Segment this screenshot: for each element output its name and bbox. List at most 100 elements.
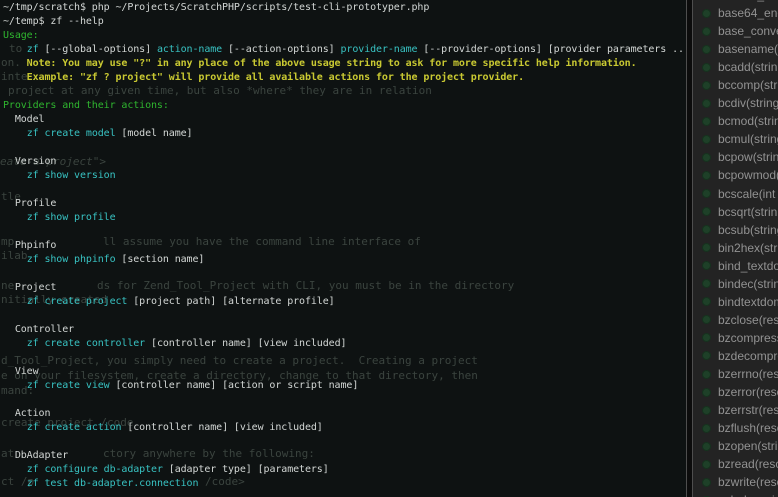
- terminal-text-segment: [3, 170, 27, 181]
- terminal-text-segment: Phpinfo: [3, 240, 56, 251]
- function-list-item[interactable]: base_conve: [693, 22, 778, 40]
- function-list-item[interactable]: cal_days_in: [693, 491, 778, 497]
- function-name: bindtextdom: [718, 295, 778, 309]
- function-icon: [702, 406, 711, 415]
- function-name: bcpowmod(s: [718, 168, 778, 182]
- terminal-line: [3, 435, 686, 449]
- terminal-line: ~/tmp/scratch$ php ~/Projects/ScratchPHP…: [3, 1, 686, 15]
- terminal-text-segment: [3, 478, 27, 489]
- function-list-item[interactable]: bcadd(strin: [693, 58, 778, 76]
- function-list-item[interactable]: bzflush(reso: [693, 419, 778, 437]
- terminal-text-segment: [3, 296, 27, 307]
- function-list-item[interactable]: bcscale(int $: [693, 185, 778, 203]
- function-list: base64_dec base64_enc base_convebasename(s…: [693, 0, 778, 497]
- function-list-item[interactable]: bcmod(strin: [693, 112, 778, 130]
- terminal-line: zf create project [project path] [altern…: [3, 295, 686, 309]
- terminal-text-segment: [controller name] [view included]: [121, 422, 322, 433]
- terminal-line: [3, 393, 686, 407]
- terminal-line: Profile: [3, 197, 686, 211]
- terminal-text-segment: [3, 380, 27, 391]
- function-list-item[interactable]: base64_enc: [693, 4, 778, 22]
- function-list-item[interactable]: bzwrite(reso: [693, 473, 778, 491]
- function-icon: [702, 315, 711, 324]
- function-list-item[interactable]: bzdecompre: [693, 347, 778, 365]
- terminal-line: Version: [3, 155, 686, 169]
- terminal-line: zf create view [controller name] [action…: [3, 379, 686, 393]
- terminal-line: ~/temp$ zf --help: [3, 15, 686, 29]
- function-name: bzerror(reso: [718, 385, 778, 399]
- terminal-text-segment: zf configure db-adapter: [27, 464, 163, 475]
- terminal-text-segment: Profile: [3, 198, 56, 209]
- function-list-item[interactable]: bcpowmod(s: [693, 166, 778, 184]
- editor-scrollbar[interactable]: [686, 0, 693, 497]
- terminal-text-segment: action-name: [157, 44, 222, 55]
- terminal-text-segment: [--action-options]: [222, 44, 340, 55]
- function-list-item[interactable]: bindec(strin: [693, 275, 778, 293]
- function-icon: [702, 225, 711, 234]
- function-list-item[interactable]: bccomp(str: [693, 76, 778, 94]
- terminal-line: [3, 309, 686, 323]
- function-list-item[interactable]: bin2hex(stri: [693, 239, 778, 257]
- function-name: bcdiv(string: [718, 96, 778, 110]
- terminal-line: [3, 351, 686, 365]
- terminal-text-segment: [section name]: [116, 254, 205, 265]
- terminal-line: Action: [3, 407, 686, 421]
- function-name: bindec(strin: [718, 277, 778, 291]
- terminal-line: zf test db-adapter.connection: [3, 477, 686, 491]
- terminal-text-segment: zf show profile: [27, 212, 116, 223]
- function-list-item[interactable]: bcsub(string: [693, 221, 778, 239]
- terminal-line: Providers and their actions:: [3, 99, 686, 113]
- function-icon: [702, 207, 711, 216]
- function-list-item[interactable]: bzclose(reso: [693, 311, 778, 329]
- terminal-text-segment: [controller name] [action or script name…: [110, 380, 359, 391]
- function-icon: [702, 370, 711, 379]
- terminal-line: View: [3, 365, 686, 379]
- function-list-item[interactable]: bcpow(strin: [693, 148, 778, 166]
- terminal-text-segment: Example: "zf ? project" will provide all…: [3, 72, 524, 83]
- function-list-item[interactable]: bcsqrt(strin: [693, 203, 778, 221]
- function-name: bcmul(string: [718, 132, 778, 146]
- function-icon: [702, 117, 711, 126]
- function-list-item[interactable]: bcmul(string: [693, 130, 778, 148]
- function-icon: [702, 81, 711, 90]
- function-icon: [702, 388, 711, 397]
- function-list-item[interactable]: bcdiv(string: [693, 94, 778, 112]
- terminal-window[interactable]: toon.inteproject at any given time, but …: [0, 0, 686, 497]
- function-list-item[interactable]: bzopen(strin: [693, 437, 778, 455]
- terminal-line: DbAdapter: [3, 449, 686, 463]
- terminal-line: Usage:: [3, 29, 686, 43]
- function-icon: [702, 333, 711, 342]
- function-list-item[interactable]: bzcompress: [693, 329, 778, 347]
- function-list-item[interactable]: basename(s: [693, 40, 778, 58]
- terminal-text-segment: zf show version: [27, 170, 116, 181]
- terminal-line: zf show profile: [3, 211, 686, 225]
- function-name: base64_enc: [718, 6, 778, 20]
- function-list-item[interactable]: bind_textdo: [693, 257, 778, 275]
- function-list-item[interactable]: bzerrno(res: [693, 365, 778, 383]
- function-list-item[interactable]: bzread(reso: [693, 455, 778, 473]
- function-icon: [702, 279, 711, 288]
- terminal-text-segment: zf create model: [27, 128, 116, 139]
- function-icon: [702, 351, 711, 360]
- terminal-line: Controller: [3, 323, 686, 337]
- function-icon: [702, 171, 711, 180]
- function-icon: [702, 424, 711, 433]
- terminal-text-segment: [3, 254, 27, 265]
- function-name: bccomp(str: [718, 78, 777, 92]
- terminal-output: ~/tmp/scratch$ php ~/Projects/ScratchPHP…: [3, 1, 686, 491]
- function-name: bcscale(int $: [718, 187, 778, 201]
- function-list-item[interactable]: bzerror(reso: [693, 383, 778, 401]
- terminal-text-segment: zf test db-adapter.connection: [27, 478, 199, 489]
- terminal-text-segment: [3, 338, 27, 349]
- function-name: bzread(reso: [718, 457, 778, 471]
- function-icon: [702, 45, 711, 54]
- function-icon: [702, 460, 711, 469]
- function-icon: [702, 478, 711, 487]
- function-list-item[interactable]: bzerrstr(res: [693, 401, 778, 419]
- function-name: base64_dec: [718, 0, 778, 2]
- terminal-line: zf create action [controller name] [view…: [3, 421, 686, 435]
- function-icon: [702, 261, 711, 270]
- function-list-item[interactable]: bindtextdom: [693, 293, 778, 311]
- terminal-text-segment: Project: [3, 282, 56, 293]
- terminal-text-segment: [--provider-options] [provider parameter…: [417, 44, 686, 55]
